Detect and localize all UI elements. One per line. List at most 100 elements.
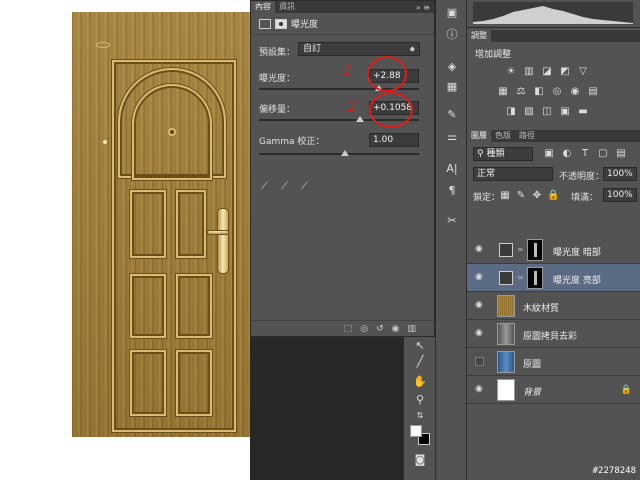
eye-icon[interactable]: ◉ [475, 273, 485, 282]
photo-filter-icon[interactable]: ◎ [551, 86, 563, 98]
levels-icon[interactable]: ▥ [523, 66, 535, 78]
brightness-icon[interactable]: ☀ [505, 66, 517, 78]
gamma-input[interactable]: 1.00 [369, 133, 419, 147]
layer-name[interactable]: 曝光度 亮部 [553, 273, 601, 286]
black-white-icon[interactable]: ◧ [533, 86, 545, 98]
door-emblem [96, 42, 110, 48]
swap-colors-icon[interactable]: ⇅ [412, 409, 428, 423]
hue-saturation-icon[interactable]: ▦ [497, 86, 509, 98]
watermark: #2278248 [592, 466, 636, 476]
tab-paths[interactable]: 路徑 [515, 130, 539, 142]
lock-position-icon[interactable]: ✥ [531, 190, 543, 202]
info-icon[interactable]: ⓘ [444, 28, 460, 42]
exposure-label: 曝光度： [259, 74, 296, 84]
collapsed-panels-column: ▣ ⓘ ◈ ▦ ✎ ⚌ A| ¶ ✂ [435, 0, 467, 480]
gamma-slider-thumb[interactable] [341, 150, 349, 156]
gradient-map-icon[interactable]: ▬ [577, 106, 589, 118]
layer-row[interactable]: ◉ 背景 🔒 [467, 376, 640, 404]
filter-pixel-icon[interactable]: ▣ [543, 148, 555, 160]
tab-properties[interactable]: 內容 [251, 1, 275, 13]
zoom-tool-icon[interactable]: ⚲ [412, 393, 428, 407]
view-previous-icon[interactable]: ◎ [360, 324, 368, 334]
eyedropper-gray-icon[interactable]: ⟋ [281, 181, 291, 193]
layer-filter-dropdown[interactable]: ⚲ 種類 [473, 147, 533, 161]
visibility-icon[interactable]: ◉ [392, 324, 400, 334]
color-swatches[interactable] [410, 425, 432, 447]
layer-name[interactable]: 背景 [523, 385, 541, 398]
path-select-icon[interactable]: ↖ [412, 339, 428, 353]
panel-menu-icon[interactable]: » ≡ [416, 3, 430, 12]
hand-tool-icon[interactable]: ✋ [412, 375, 428, 389]
layer-row[interactable]: ◉ 原圖拷貝去彩 [467, 320, 640, 348]
document-canvas[interactable] [0, 0, 277, 480]
posterize-icon[interactable]: ▧ [523, 106, 535, 118]
color-palette-icon[interactable]: ◈ [444, 60, 460, 74]
mask-icon[interactable] [275, 18, 287, 29]
invert-icon[interactable]: ◨ [505, 106, 517, 118]
layer-name[interactable]: 原圖 [523, 357, 541, 370]
exposure-icon[interactable]: ◩ [559, 66, 571, 78]
eye-icon[interactable]: ◉ [475, 385, 485, 394]
color-balance-icon[interactable]: ⚖ [515, 86, 527, 98]
eyedropper-white-icon[interactable]: ⟋ [301, 181, 311, 193]
opacity-label: 不透明度： [559, 172, 605, 182]
threshold-icon[interactable]: ◫ [541, 106, 553, 118]
opacity-input[interactable]: 100% [603, 167, 637, 181]
layer-mask-thumbnail[interactable] [527, 239, 543, 261]
adjustment-title-bar: 曝光度 [251, 13, 434, 35]
swatches-icon[interactable]: ▦ [444, 80, 460, 94]
layer-row[interactable]: ◉ ∞ 曝光度 亮部 [467, 264, 640, 292]
brush-icon[interactable]: ✎ [444, 108, 460, 122]
link-icon[interactable]: ∞ [517, 273, 524, 282]
lock-icon: 🔒 [620, 385, 632, 395]
tab-layers[interactable]: 圖層 [467, 130, 491, 142]
layer-name[interactable]: 木紋材質 [523, 301, 559, 314]
character-icon[interactable]: A| [444, 162, 460, 176]
visibility-toggle-off[interactable] [475, 357, 484, 366]
color-lookup-icon[interactable]: ▤ [587, 86, 599, 98]
quick-mask-icon[interactable]: ◙ [412, 453, 428, 467]
reset-icon[interactable]: ↺ [376, 324, 384, 334]
blend-mode-dropdown[interactable]: 正常 [473, 167, 553, 181]
layer-mask-thumbnail[interactable] [527, 267, 543, 289]
channel-mixer-icon[interactable]: ◉ [569, 86, 581, 98]
filter-shape-icon[interactable]: ▢ [597, 148, 609, 160]
filter-adjustment-icon[interactable]: ◐ [561, 148, 573, 160]
curves-icon[interactable]: ◪ [541, 66, 553, 78]
layer-name[interactable]: 原圖拷貝去彩 [523, 329, 577, 342]
eye-icon[interactable]: ◉ [475, 301, 485, 310]
clip-to-layer-icon[interactable]: ⬚ [344, 324, 353, 334]
paragraph-icon[interactable]: ¶ [444, 184, 460, 198]
layer-row[interactable]: ◉ 木紋材質 [467, 292, 640, 320]
vibrance-icon[interactable]: ▽ [577, 66, 589, 78]
line-tool-icon[interactable]: ╱ [412, 355, 428, 369]
filter-type-icon[interactable]: T [579, 148, 591, 160]
gamma-slider[interactable] [259, 150, 419, 156]
eyedropper-black-icon[interactable]: ⟋ [261, 181, 271, 193]
lock-pixels-icon[interactable]: ✎ [515, 190, 527, 202]
preset-dropdown[interactable]: 自訂 ◆ [298, 42, 420, 56]
foreground-color-swatch[interactable] [410, 425, 422, 437]
trash-icon[interactable]: ▥ [407, 324, 416, 334]
link-icon[interactable]: ∞ [517, 245, 524, 254]
lock-transparent-icon[interactable]: ▦ [499, 190, 511, 202]
door-image [72, 12, 277, 437]
layer-name[interactable]: 曝光度 暗部 [553, 245, 601, 258]
brush-presets-icon[interactable]: ⚌ [444, 130, 460, 144]
offset-slider-thumb[interactable] [356, 116, 364, 122]
fill-input[interactable]: 100% [603, 188, 637, 202]
tab-info[interactable]: 資訊 [275, 1, 299, 13]
filter-smart-icon[interactable]: ▤ [615, 148, 627, 160]
lock-all-icon[interactable]: 🔒 [547, 190, 559, 202]
workspace-background [250, 337, 403, 480]
layer-row[interactable]: 原圖 [467, 348, 640, 376]
selective-color-icon[interactable]: ▣ [559, 106, 571, 118]
tab-channels[interactable]: 色版 [491, 130, 515, 142]
eye-icon[interactable]: ◉ [475, 329, 485, 338]
eye-icon[interactable]: ◉ [475, 245, 485, 254]
tool-presets-icon[interactable]: ✂ [444, 214, 460, 228]
lock-label: 鎖定： [473, 193, 501, 203]
layer-row[interactable]: ◉ ∞ 曝光度 暗部 [467, 236, 640, 264]
tab-adjustments[interactable]: 調整 [467, 30, 491, 42]
histogram-icon[interactable]: ▣ [444, 6, 460, 20]
